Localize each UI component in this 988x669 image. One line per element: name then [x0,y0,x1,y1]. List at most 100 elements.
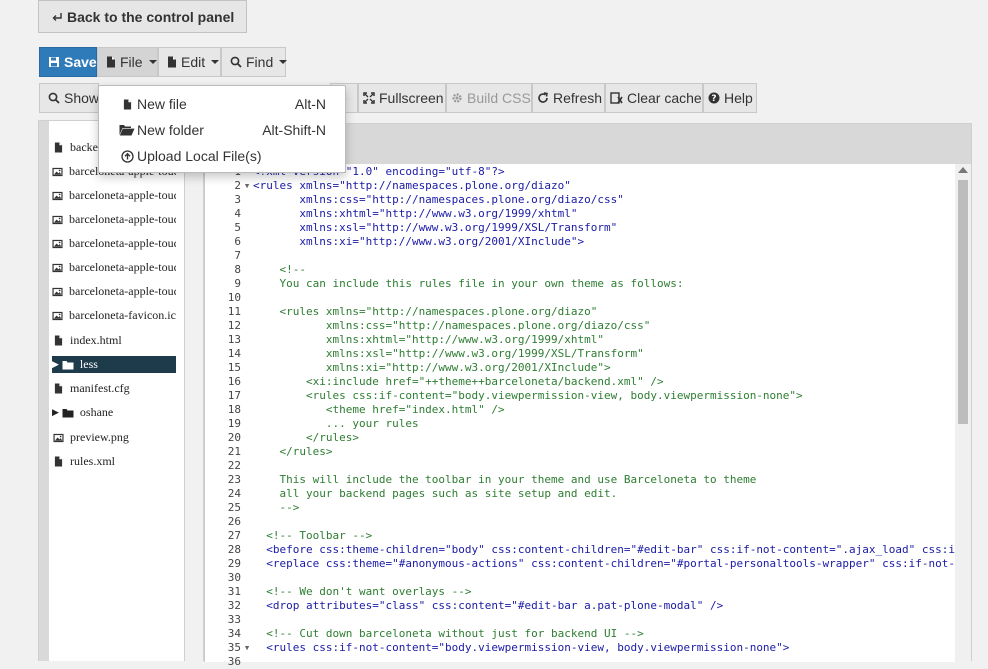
code-line: 36 [205,655,957,669]
build-css-button[interactable]: Build CSS [446,83,532,113]
file-menu-button[interactable]: File [97,47,158,77]
line-number: 33 [227,613,241,626]
clear-cache-label: Clear cache [627,90,702,106]
folder-open-icon [117,124,137,136]
tree-item-label: barceloneta-apple-touch-icon-57x57-preco… [69,236,176,250]
tree-file-item[interactable]: barceloneta-apple-touch-icon-precomposed… [52,283,176,300]
code-text: <!-- Toolbar --> [253,529,373,542]
code-text: xmlns:xhtml="http://www.w3.org/1999/xhtm… [253,207,578,220]
expand-arrow-icon[interactable]: ▶ [52,359,59,370]
menu-item-shortcut: Alt-N [294,96,326,112]
help-button[interactable]: ? Help [703,83,757,113]
code-text: ... your rules [253,417,419,430]
line-number: 21 [227,445,241,458]
save-label: Save [64,54,97,70]
code-line: 29 <replace css:theme="#anonymous-action… [205,557,957,571]
refresh-button[interactable]: Refresh [532,83,605,113]
file-icon [167,56,177,68]
find-menu-button[interactable]: Find [221,47,288,77]
tree-item-label: less [79,357,98,371]
code-text: xmlns:xhtml="http://www.w3.org/1999/xhtm… [253,333,604,346]
scroll-up-arrow-icon[interactable] [958,167,968,173]
tree-file-item[interactable]: barceloneta-apple-touch-icon-72x72-preco… [52,259,176,276]
code-line: 24 all your backend pages such as site s… [205,487,957,501]
line-number: 2 [234,179,241,192]
refresh-label: Refresh [553,90,603,106]
line-number: 35 [227,641,241,654]
clear-cache-button[interactable]: Clear cache [605,83,703,113]
tree-item-label: barceloneta-favicon.ico [69,308,176,322]
folder-icon [62,408,74,418]
edit-label: Edit [181,54,206,70]
code-text: xmlns:css="http://namespaces.plone.org/d… [253,193,624,206]
line-number: 18 [227,403,241,416]
tree-item-label: barceloneta-apple-touch-icon-144x144-pre… [69,212,176,226]
fullscreen-button[interactable]: Fullscreen [358,83,446,113]
image-file-icon [52,287,63,297]
code-text: <!-- [253,263,306,276]
tree-file-item[interactable]: barceloneta-favicon.ico [52,307,176,324]
line-number: 9 [234,277,241,290]
line-number: 36 [227,655,241,668]
line-number: 8 [234,263,241,276]
tree-file-item[interactable]: barceloneta-apple-touch-icon-57x57-preco… [52,235,176,252]
tree-file-item[interactable]: rules.xml [52,453,176,470]
search-icon [230,56,242,68]
find-label: Find [246,54,274,70]
image-file-icon [52,191,63,201]
tree-file-item[interactable]: barceloneta-apple-touch-icon-144x144-pre… [52,211,176,228]
upload-icon [117,149,137,163]
code-text: </rules> [253,431,359,444]
editor-scrollbar[interactable] [955,164,971,662]
code-text: xmlns:xsl="http://www.w3.org/1999/XSL/Tr… [253,347,644,360]
tree-folder-item[interactable]: ▶ oshane [52,404,176,421]
scroll-thumb[interactable] [958,180,968,424]
chevron-down-icon [148,60,157,64]
tree-file-item[interactable]: index.html [52,332,176,349]
code-text: This will include the toolbar in your th… [253,473,757,486]
code-line: 13 xmlns:xhtml="http://www.w3.org/1999/x… [205,333,957,347]
file-label: File [120,54,143,70]
menu-item-upload-local-file-s[interactable]: Upload Local File(s) [99,143,345,169]
line-number: 11 [227,305,241,318]
menu-item-label: Upload Local File(s) [137,148,262,164]
edit-menu-button[interactable]: Edit [158,47,221,77]
tree-file-item[interactable]: preview.png [52,429,176,446]
show-button[interactable]: Show [39,83,99,113]
code-line: 35 ▾ <rules css:if-not-content="body.view… [205,641,957,655]
code-line: 4 xmlns:xhtml="http://www.w3.org/1999/xh… [205,207,957,221]
line-number: 28 [227,543,241,556]
image-file-icon [52,239,63,249]
tree-file-item[interactable]: manifest.cfg [52,380,176,397]
fullscreen-icon [363,92,375,104]
code-editor[interactable]: 1<?xml version="1.0" encoding="utf-8"?>2… [204,164,971,668]
tree-item-label: barceloneta-apple-touch-icon-precomposed… [69,284,176,298]
tree-folder-item[interactable]: ▶ less [52,356,176,373]
tree-file-item[interactable]: barceloneta-apple-touch-icon-114x114-pre… [52,187,176,204]
line-number: 34 [227,627,241,640]
code-text: <rules xmlns="http://namespaces.plone.or… [253,179,571,192]
code-text: all your backend pages such as site setu… [253,487,618,500]
code-text: </rules> [253,445,333,458]
chevron-down-icon [279,60,288,64]
code-line: 20 </rules> [205,431,957,445]
line-number: 20 [227,431,241,444]
menu-item-new-file[interactable]: New file Alt-N [99,91,345,117]
folder-icon [62,360,74,370]
menu-item-new-folder[interactable]: New folder Alt-Shift-N [99,117,345,143]
expand-arrow-icon[interactable]: ▶ [52,407,59,418]
back-to-control-panel-button[interactable]: Back to the control panel [38,0,247,33]
save-button[interactable]: Save [39,47,97,77]
file-icon [52,142,64,153]
line-number: 15 [227,361,241,374]
file-icon [106,56,116,68]
code-line: 15 xmlns:xi="http://www.w3.org/2001/XInc… [205,361,957,375]
code-line: 16 <xi:include href="++theme++barcelonet… [205,375,957,389]
code-line: 18 <theme href="index.html" /> [205,403,957,417]
line-number: 24 [227,487,241,500]
fold-arrow-icon[interactable]: ▾ [241,179,253,193]
tree-item-label: oshane [79,405,114,419]
tree-panel-edge [39,121,49,661]
fold-arrow-icon[interactable]: ▾ [241,641,253,655]
code-text: <rules css:if-content="body.viewpermissi… [253,389,803,402]
